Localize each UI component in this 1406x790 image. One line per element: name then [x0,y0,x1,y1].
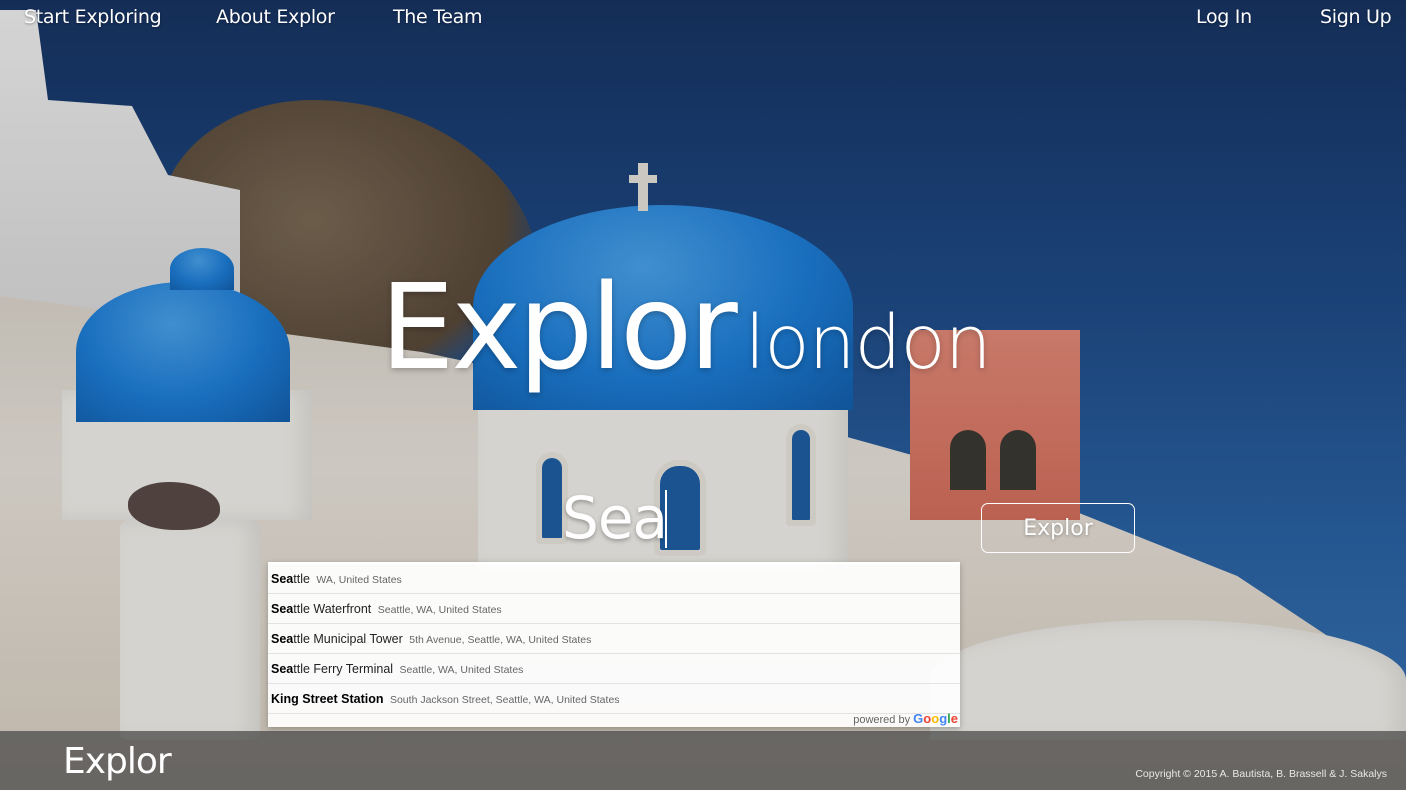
autocomplete-item[interactable]: Seattle Municipal Tower 5th Avenue, Seat… [268,624,960,654]
ac-secondary: Seattle, WA, United States [377,604,502,616]
top-nav: Start Exploring About Explor The Team Lo… [0,0,1406,36]
ac-match: Sea [271,662,294,676]
destination-search-input[interactable] [562,480,960,556]
ac-match: Sea [271,602,294,616]
powered-by-text: powered by [853,714,911,726]
autocomplete-item[interactable]: King Street Station South Jackson Street… [268,684,960,714]
ac-match: King Street Station [271,692,384,706]
ac-rest: ttle Municipal Tower [293,632,403,646]
copyright-text: Copyright © 2015 A. Bautista, B. Brassel… [1135,768,1387,780]
ac-secondary: South Jackson Street, Seattle, WA, Unite… [389,694,620,706]
text-caret [665,490,667,548]
ac-rest: ttle Waterfront [293,602,372,616]
ac-secondary: WA, United States [316,574,402,586]
ac-rest: ttle Ferry Terminal [293,662,394,676]
explor-button[interactable]: Explor [981,503,1135,553]
ac-match: Sea [271,632,294,646]
hero-brand: Explor [380,258,738,396]
autocomplete-item[interactable]: Seattle Waterfront Seattle, WA, United S… [268,594,960,624]
footer: Explor Copyright © 2015 A. Bautista, B. … [0,731,1406,790]
nav-login[interactable]: Log In [1196,6,1252,28]
search-wrapper [562,480,962,556]
ac-secondary: Seattle, WA, United States [399,664,524,676]
autocomplete-dropdown: Seattle WA, United States Seattle Waterf… [268,562,960,727]
hero-title: Explor london [380,258,992,396]
nav-signup[interactable]: Sign Up [1320,6,1392,28]
nav-about[interactable]: About Explor [216,6,335,28]
page: Start Exploring About Explor The Team Lo… [0,0,1406,790]
autocomplete-item[interactable]: Seattle Ferry Terminal Seattle, WA, Unit… [268,654,960,684]
autocomplete-item[interactable]: Seattle WA, United States [268,564,960,594]
nav-start-exploring[interactable]: Start Exploring [24,6,162,28]
ac-secondary: 5th Avenue, Seattle, WA, United States [409,634,592,646]
powered-by-google: powered by Google [853,711,958,726]
google-logo: Google [913,711,958,726]
footer-logo[interactable]: Explor [63,741,172,782]
hero-city: london [744,300,992,386]
ac-match: Sea [271,572,294,586]
nav-team[interactable]: The Team [393,6,483,28]
ac-rest: ttle [293,572,310,586]
